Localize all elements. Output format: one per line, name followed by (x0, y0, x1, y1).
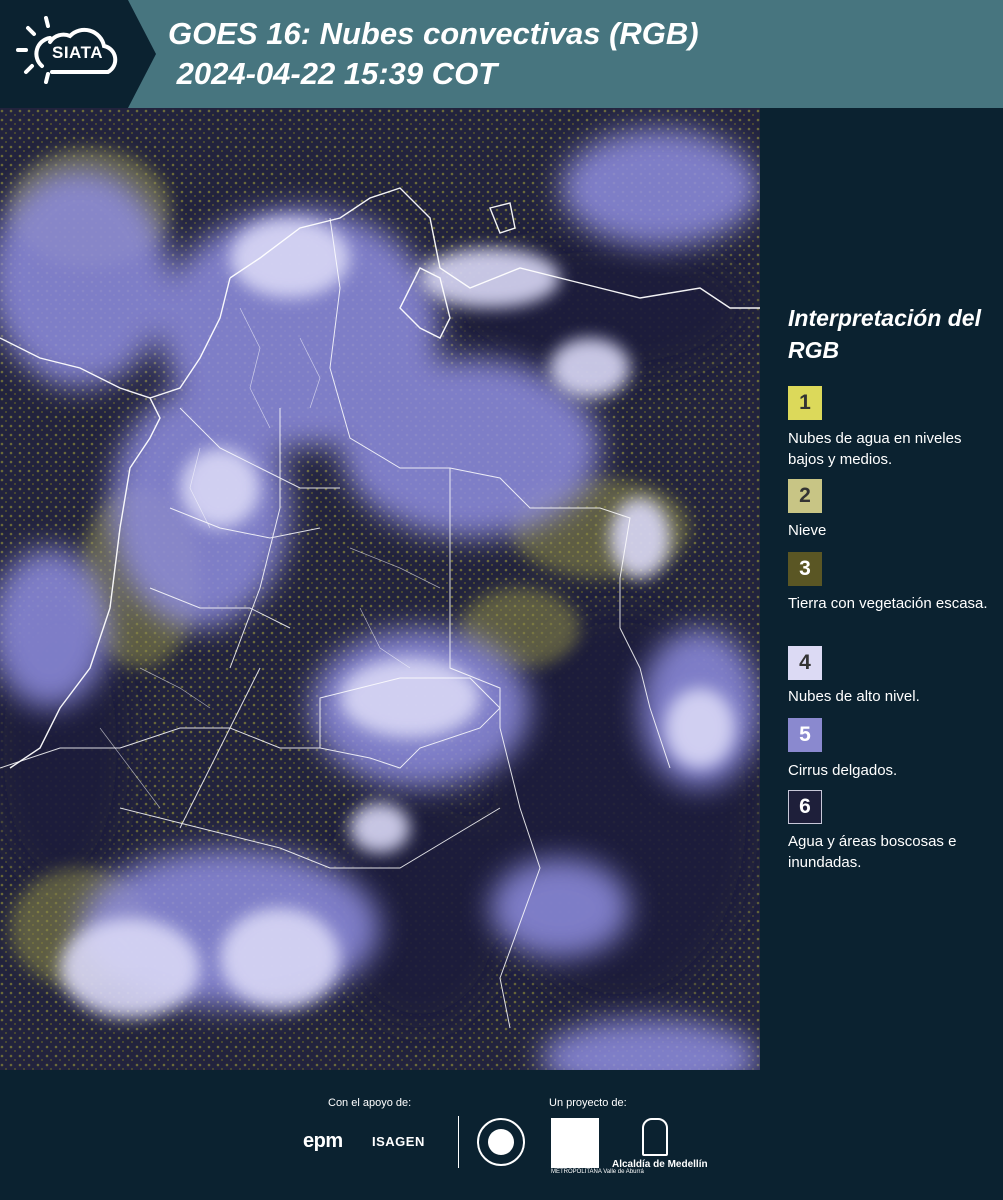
legend-swatch-4: 4 (788, 646, 822, 680)
legend-swatch-1: 1 (788, 386, 822, 420)
legend-label-1: Nubes de agua en niveles bajos y medios. (788, 430, 962, 468)
divider (458, 1116, 459, 1168)
siata-logo[interactable]: SIATA (0, 0, 128, 108)
legend-label-6: Agua y áreas boscosas e inundadas. (788, 833, 957, 871)
legend-panel: Interpretación del RGB 1 Nubes de agua e… (760, 108, 1003, 1070)
legend-number: 6 (799, 795, 811, 818)
epm-logo[interactable]: epm (303, 1130, 343, 1153)
support-label: Con el apoyo de: (328, 1097, 412, 1109)
isagen-logo[interactable]: ISAGEN (372, 1134, 425, 1149)
header-bar: SIATA GOES 16: Nubes convectivas (RGB) 2… (0, 0, 1003, 108)
medellin-seal-icon[interactable] (477, 1118, 525, 1166)
legend-label-2: Nieve (788, 522, 827, 539)
legend-swatch-6: 6 (788, 790, 822, 824)
logo-arrow (128, 0, 156, 108)
logo-text: SIATA (52, 43, 103, 62)
legend-number: 5 (799, 723, 811, 746)
legend-swatch-5: 5 (788, 718, 822, 752)
legend-number: 3 (799, 557, 811, 580)
legend-number: 1 (799, 391, 811, 414)
legend-label-4: Nubes de alto nivel. (788, 688, 920, 705)
satellite-map[interactable] (0, 108, 760, 1070)
legend-number: 2 (799, 484, 811, 507)
area-metropolitana-logo[interactable] (551, 1118, 599, 1168)
alcaldia-logo-text: Alcaldía de Medellín (612, 1159, 708, 1170)
legend-label-3: Tierra con vegetación escasa. (788, 595, 988, 612)
alcaldia-shield-icon[interactable] (642, 1118, 668, 1156)
legend-swatch-2: 2 (788, 479, 822, 513)
page-title: GOES 16: Nubes convectivas (RGB) 2024-04… (168, 16, 699, 91)
legend-label-5: Cirrus delgados. (788, 762, 898, 779)
legend-title: Interpretación del RGB (788, 305, 981, 363)
footer: Con el apoyo de: Un proyecto de: epm ISA… (0, 1070, 1003, 1200)
legend-number: 4 (799, 651, 811, 674)
seal-center (488, 1129, 514, 1155)
satellite-image (0, 108, 760, 1070)
legend-swatch-3: 3 (788, 552, 822, 586)
project-label: Un proyecto de: (549, 1097, 627, 1109)
